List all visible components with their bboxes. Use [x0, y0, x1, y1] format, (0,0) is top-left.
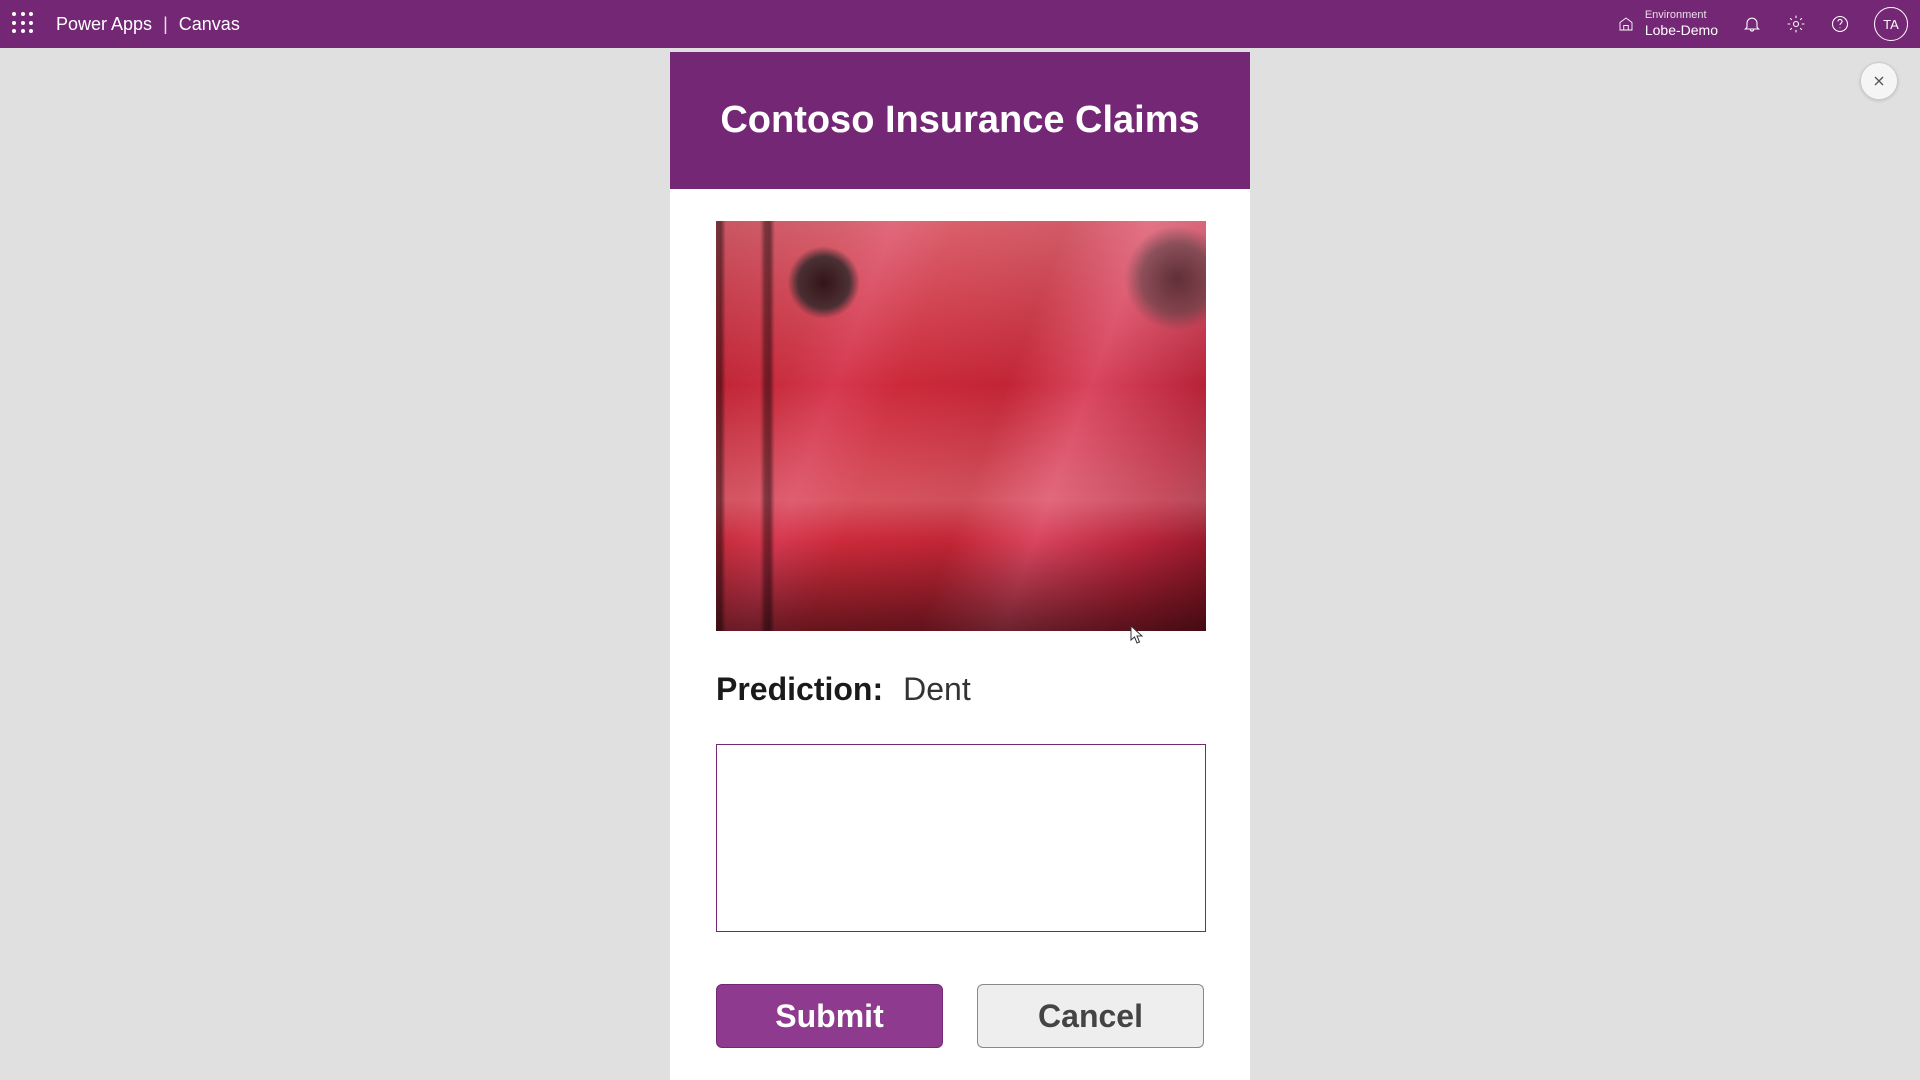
submit-button[interactable]: Submit — [716, 984, 943, 1048]
breadcrumb: Power Apps | Canvas — [56, 14, 240, 35]
prediction-value: Dent — [903, 671, 971, 708]
canvas-preview-area: Contoso Insurance Claims Prediction: Den… — [0, 48, 1920, 1080]
avatar-initials: TA — [1883, 17, 1899, 32]
app-body: Prediction: Dent Submit Cancel — [670, 189, 1250, 1080]
app-header-bar: Power Apps | Canvas Environment Lobe-Dem… — [0, 0, 1920, 48]
button-row: Submit Cancel — [716, 984, 1204, 1048]
environment-icon — [1617, 15, 1635, 33]
breadcrumb-product[interactable]: Power Apps — [56, 14, 152, 34]
environment-selector[interactable]: Environment Lobe-Demo — [1617, 9, 1718, 39]
avatar[interactable]: TA — [1874, 7, 1908, 41]
claim-photo[interactable] — [716, 221, 1206, 631]
help-icon[interactable] — [1830, 14, 1850, 34]
app-launcher-icon[interactable] — [12, 12, 36, 36]
environment-label: Environment — [1645, 9, 1718, 22]
prediction-label: Prediction: — [716, 671, 883, 708]
prediction-row: Prediction: Dent — [716, 671, 1204, 708]
breadcrumb-separator: | — [163, 14, 168, 34]
comment-input[interactable] — [716, 744, 1206, 932]
cancel-button[interactable]: Cancel — [977, 984, 1204, 1048]
app-title-bar: Contoso Insurance Claims — [670, 52, 1250, 189]
app-title: Contoso Insurance Claims — [720, 99, 1199, 142]
notifications-icon[interactable] — [1742, 14, 1762, 34]
settings-icon[interactable] — [1786, 14, 1806, 34]
environment-name: Lobe-Demo — [1645, 22, 1718, 39]
breadcrumb-context[interactable]: Canvas — [179, 14, 240, 34]
phone-app-frame: Contoso Insurance Claims Prediction: Den… — [670, 52, 1250, 1080]
